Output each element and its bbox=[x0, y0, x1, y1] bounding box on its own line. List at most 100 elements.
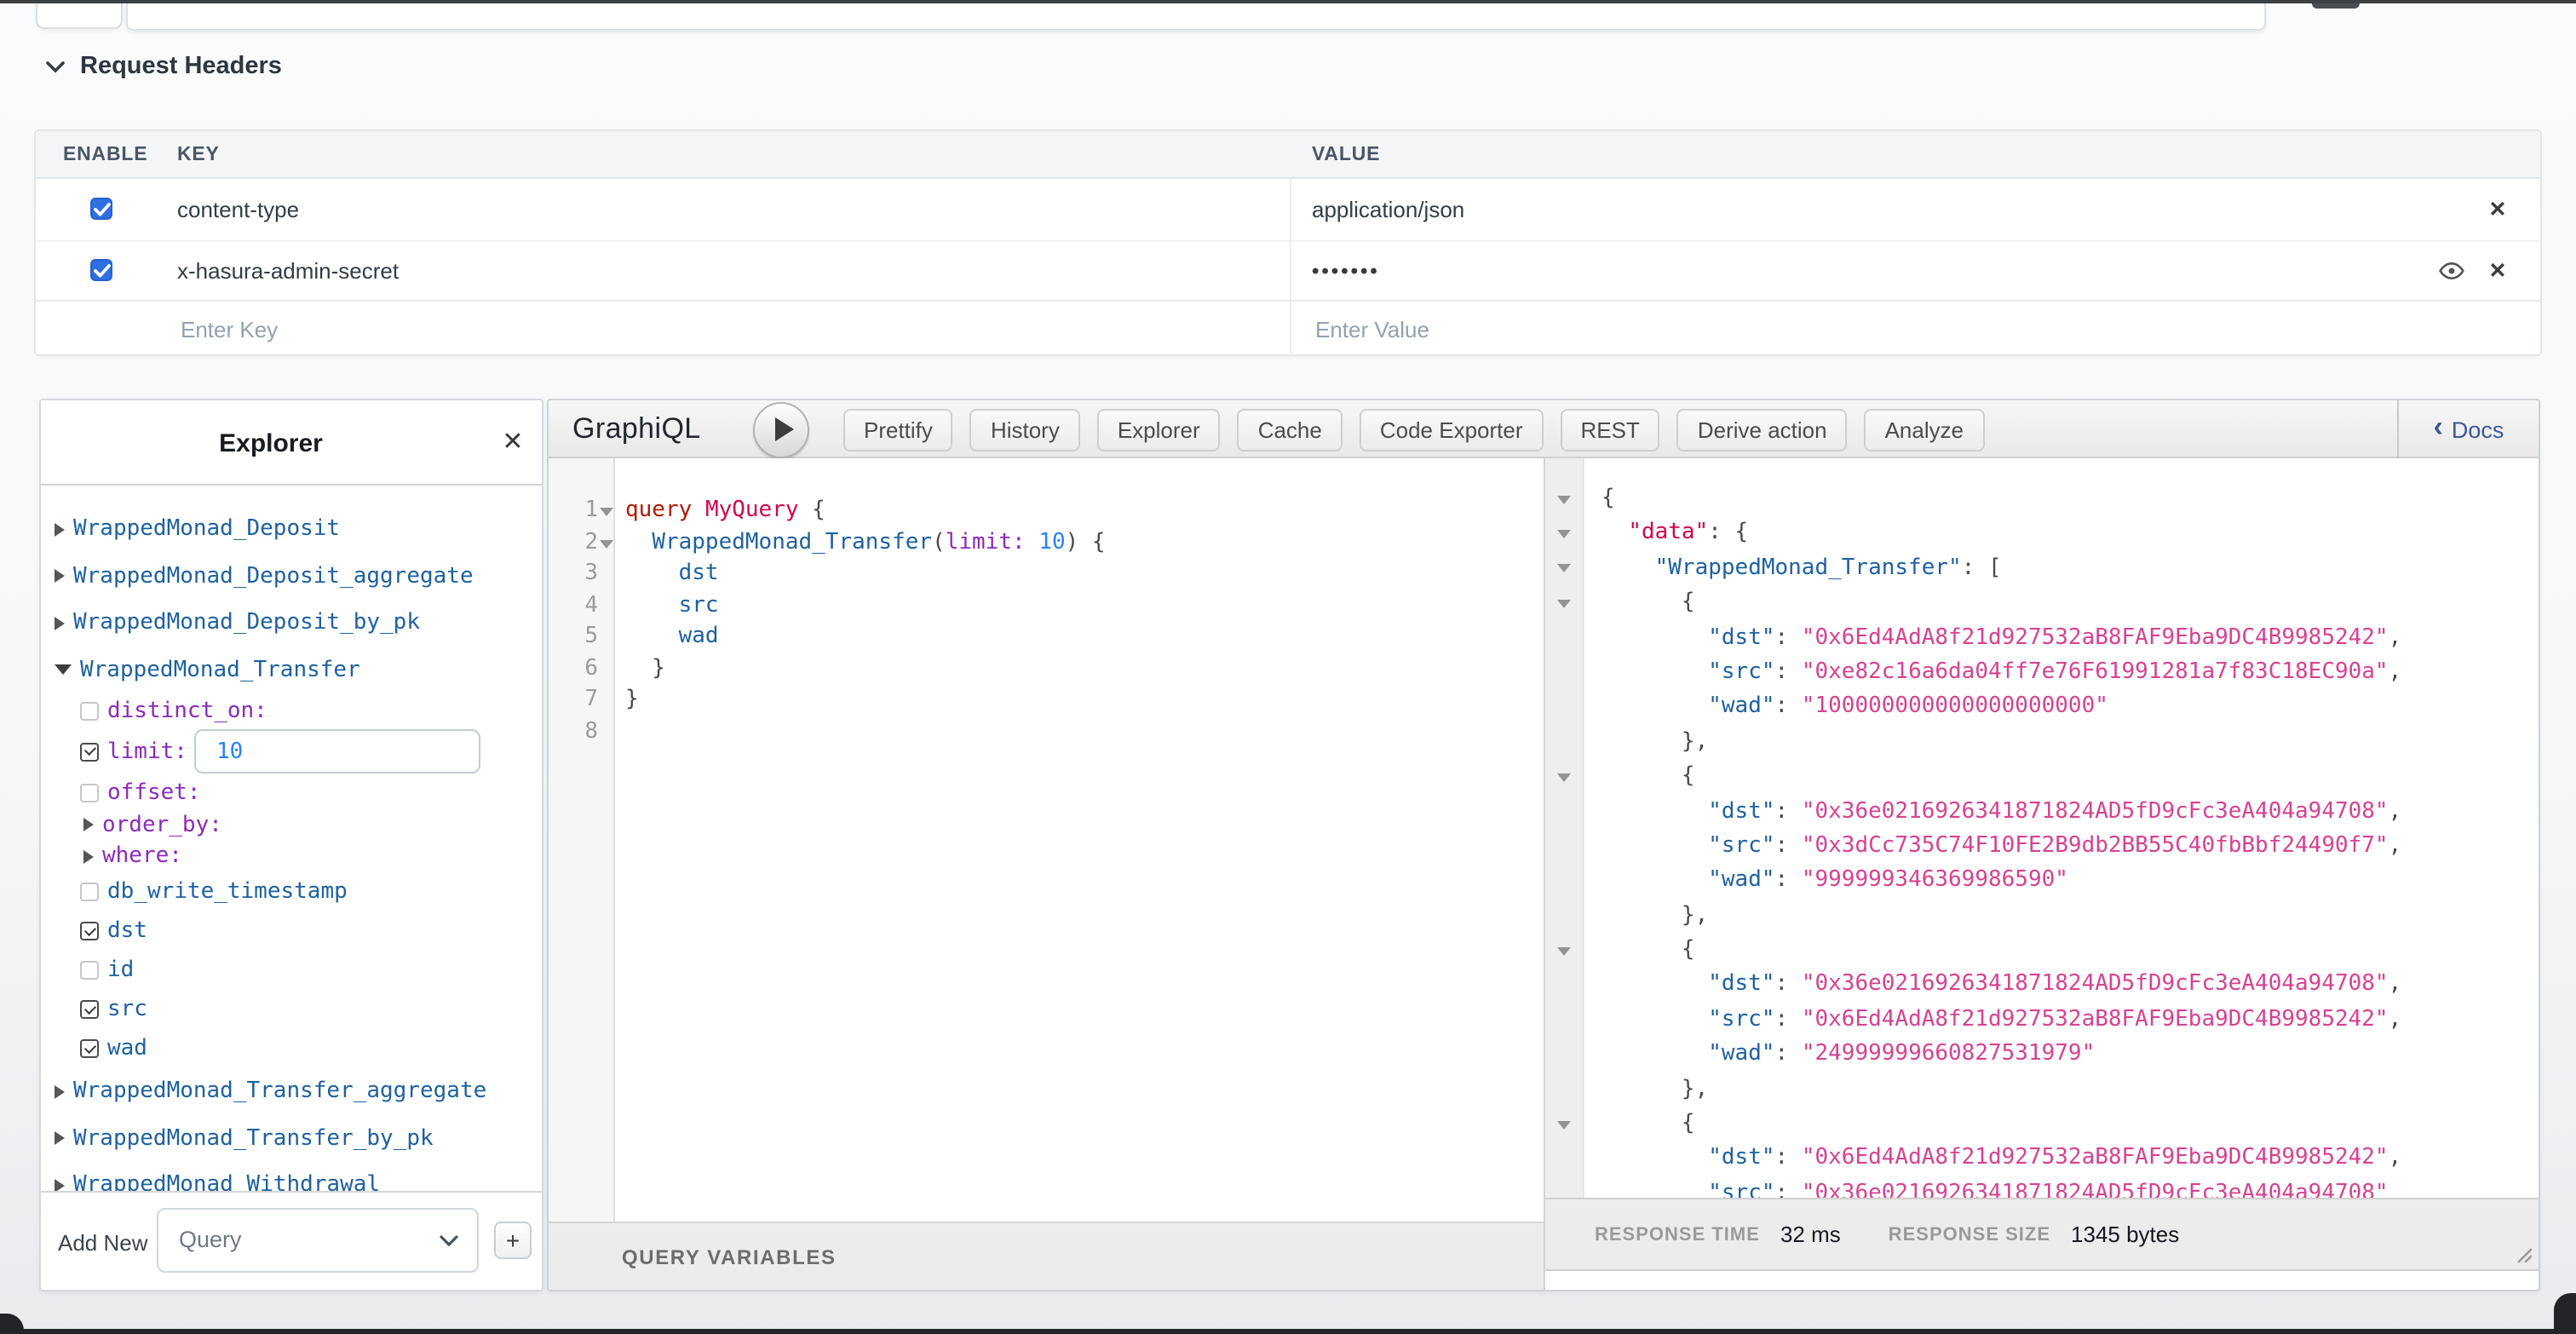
fold-arrow-icon[interactable] bbox=[1557, 946, 1571, 955]
toolbar-button-explorer[interactable]: Explorer bbox=[1097, 408, 1221, 451]
column-divider bbox=[1290, 241, 1291, 300]
enable-checkbox[interactable] bbox=[90, 198, 112, 221]
toolbar-button-cache[interactable]: Cache bbox=[1238, 408, 1343, 451]
explorer-field-label: WrappedMonad_Withdrawal bbox=[73, 1173, 380, 1192]
header-key[interactable]: x-hasura-admin-secret bbox=[177, 258, 399, 284]
add-new-select[interactable]: Query bbox=[157, 1208, 479, 1273]
expand-arrow-icon bbox=[83, 819, 94, 832]
play-icon bbox=[774, 417, 793, 441]
toolbar-button-prettify[interactable]: Prettify bbox=[843, 408, 953, 451]
checkbox[interactable] bbox=[80, 1039, 99, 1058]
graphiql-toolbar: GraphiQL Prettify History Explorer Cache Cod… bbox=[549, 400, 2539, 458]
explorer-field-WrappedMonad_Transfer_by_pk[interactable]: WrappedMonad_Transfer_by_pk bbox=[41, 1115, 542, 1162]
fold-arrow-icon[interactable] bbox=[1557, 773, 1571, 781]
fold-arrow-icon[interactable] bbox=[1557, 1120, 1571, 1129]
toolbar-button-code-exporter[interactable]: Code Exporter bbox=[1360, 408, 1544, 451]
request-mode-button[interactable] bbox=[36, 3, 123, 29]
explorer-arg-order_by[interactable]: order_by: bbox=[41, 809, 542, 841]
checkbox[interactable] bbox=[80, 961, 99, 980]
response-size-label: RESPONSE SIZE bbox=[1889, 1224, 2050, 1245]
code-line: "wad": "100000000000000000000" bbox=[1601, 691, 2401, 726]
code-line: { bbox=[1601, 482, 2401, 517]
explorer-arg-label: limit: bbox=[107, 739, 187, 764]
code-line: "wad": "24999999660827531979" bbox=[1601, 1038, 2401, 1073]
checkbox[interactable] bbox=[80, 783, 99, 802]
explorer-field-src[interactable]: src bbox=[41, 990, 542, 1029]
query-editor-pane[interactable]: 12345678 query MyQuery { WrappedMonad_Tr… bbox=[549, 458, 1544, 1290]
toolbar-buttons: Prettify History Explorer Cache Code Exporte… bbox=[843, 408, 1984, 451]
add-new-button[interactable]: + bbox=[494, 1222, 532, 1259]
checkbox[interactable] bbox=[80, 701, 99, 720]
collapse-arrow-icon bbox=[55, 665, 72, 676]
explorer-arg-offset[interactable]: offset: bbox=[41, 775, 542, 809]
explorer-field-WrappedMonad_Deposit_aggregate[interactable]: WrappedMonad_Deposit_aggregate bbox=[41, 553, 542, 600]
fold-arrow-icon[interactable] bbox=[600, 539, 613, 548]
enable-checkbox[interactable] bbox=[90, 260, 112, 282]
explorer-field-WrappedMonad_Deposit[interactable]: WrappedMonad_Deposit bbox=[41, 506, 542, 553]
response-status-bar: RESPONSE TIME 32 ms RESPONSE SIZE 1345 b… bbox=[1545, 1198, 2539, 1271]
new-header-value-input[interactable] bbox=[1312, 302, 1823, 356]
request-headers-section-header[interactable]: Request Headers bbox=[46, 53, 282, 80]
code-line: src bbox=[625, 590, 1106, 622]
add-new-selected-value: Query bbox=[179, 1227, 242, 1252]
expand-arrow-icon bbox=[83, 850, 94, 864]
explorer-field-WrappedMonad_Transfer[interactable]: WrappedMonad_Transfer bbox=[41, 647, 542, 693]
toolbar-button-rest[interactable]: REST bbox=[1561, 408, 1660, 451]
explorer-field-db_write_timestamp[interactable]: db_write_timestamp bbox=[41, 872, 542, 911]
explorer-field-WrappedMonad_Withdrawal[interactable]: WrappedMonad_Withdrawal bbox=[41, 1162, 542, 1191]
fold-arrow-icon[interactable] bbox=[1557, 565, 1571, 573]
explorer-leaf-label: wad bbox=[107, 1036, 147, 1061]
fold-arrow-icon[interactable] bbox=[1557, 495, 1571, 503]
table-header-row: ENABLE KEY VALUE bbox=[36, 131, 2540, 179]
explorer-field-WrappedMonad_Deposit_by_pk[interactable]: WrappedMonad_Deposit_by_pk bbox=[41, 600, 542, 647]
fold-arrow-icon[interactable] bbox=[600, 508, 613, 516]
response-time-label: RESPONSE TIME bbox=[1595, 1224, 1760, 1245]
explorer-field-id[interactable]: id bbox=[41, 951, 542, 990]
endpoint-input[interactable] bbox=[128, 6, 2264, 32]
execute-query-button[interactable] bbox=[753, 401, 809, 457]
checkbox[interactable] bbox=[80, 922, 99, 940]
explorer-field-wad[interactable]: wad bbox=[41, 1029, 542, 1068]
code-line: "dst": "0x36e0216926341871824AD5fD9cFc3e… bbox=[1601, 969, 2401, 1003]
response-json: { "data": { "WrappedMonad_Transfer": [ {… bbox=[1601, 482, 2401, 1211]
code-line: } bbox=[625, 685, 1106, 716]
checkbox[interactable] bbox=[80, 883, 99, 901]
code-line: query MyQuery { bbox=[625, 496, 1106, 527]
header-value[interactable]: ••••••• bbox=[1312, 259, 1380, 283]
explorer-field-list: WrappedMonad_DepositWrappedMonad_Deposit… bbox=[41, 486, 542, 1191]
explorer-arg-limit[interactable]: limit: bbox=[41, 727, 542, 775]
header-key[interactable]: content-type bbox=[177, 197, 299, 222]
close-icon[interactable]: ✕ bbox=[2484, 196, 2511, 223]
expand-arrow-icon bbox=[55, 570, 65, 584]
fold-arrow-icon[interactable] bbox=[1557, 599, 1571, 607]
explorer-title: Explorer bbox=[41, 429, 501, 458]
resize-handle[interactable] bbox=[2515, 1245, 2532, 1262]
new-header-key-input[interactable] bbox=[177, 302, 688, 356]
toolbar-button-history[interactable]: History bbox=[970, 408, 1080, 451]
limit-value-input[interactable] bbox=[194, 729, 480, 773]
eye-icon[interactable] bbox=[2438, 257, 2465, 285]
header-value[interactable]: application/json bbox=[1312, 197, 1464, 222]
graphiql-panel: GraphiQL Prettify History Explorer Cache Cod… bbox=[547, 399, 2540, 1291]
close-icon[interactable]: ✕ bbox=[499, 429, 526, 457]
toolbar-button-analyze[interactable]: Analyze bbox=[1865, 408, 1985, 451]
query-variables-bar[interactable]: QUERY VARIABLES bbox=[549, 1222, 1544, 1291]
explorer-leaf-label: dst bbox=[107, 918, 147, 944]
explorer-field-WrappedMonad_Transfer_aggregate[interactable]: WrappedMonad_Transfer_aggregate bbox=[41, 1068, 542, 1115]
query-editor-code[interactable]: query MyQuery { WrappedMonad_Transfer(li… bbox=[625, 496, 1106, 748]
explorer-field-label: WrappedMonad_Transfer_by_pk bbox=[73, 1126, 434, 1152]
fold-arrow-icon[interactable] bbox=[1557, 530, 1571, 538]
code-line: "src": "0x3dCc735C74F10FE2B9db2BB55C40fb… bbox=[1601, 830, 2401, 865]
close-icon[interactable]: ✕ bbox=[2484, 257, 2511, 285]
docs-button[interactable]: ‹ Docs bbox=[2397, 400, 2539, 458]
graphiql-explorer-panel: Explorer ✕ WrappedMonad_DepositWrappedMo… bbox=[39, 399, 543, 1291]
code-line bbox=[625, 716, 1106, 748]
explorer-arg-where[interactable]: where: bbox=[41, 841, 542, 872]
checkbox[interactable] bbox=[80, 742, 99, 761]
toolbar-button-derive-action[interactable]: Derive action bbox=[1677, 408, 1848, 451]
explorer-field-dst[interactable]: dst bbox=[41, 911, 542, 951]
graphiql-title: GraphiQL bbox=[572, 411, 701, 446]
explorer-arg-distinct_on[interactable]: distinct_on: bbox=[41, 693, 542, 727]
checkbox[interactable] bbox=[80, 1000, 99, 1019]
column-header-enable: ENABLE bbox=[63, 145, 147, 165]
